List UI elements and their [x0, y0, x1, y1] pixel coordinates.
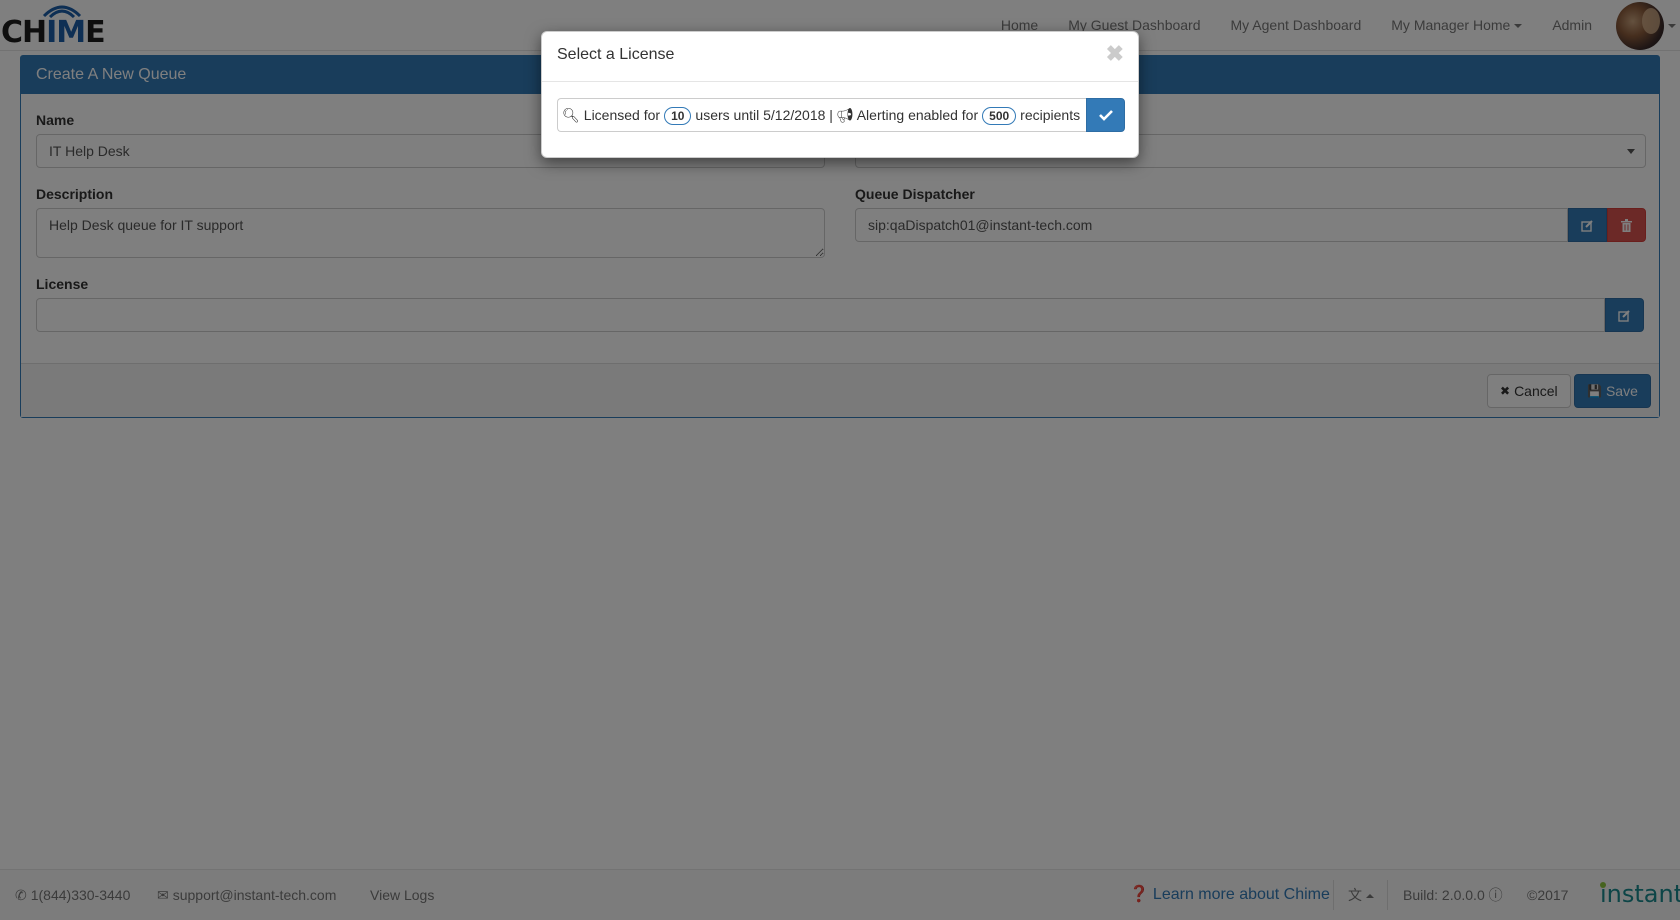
modal-header: Select a License ✖: [542, 32, 1138, 82]
users-count-badge: 10: [664, 107, 692, 125]
key-icon: 🔍︎: [562, 106, 580, 123]
select-license-button[interactable]: [1086, 98, 1125, 132]
select-license-modal: Select a License ✖ 🔍︎ Licensed for 10 us…: [541, 31, 1139, 158]
close-icon[interactable]: ✖: [1106, 43, 1124, 65]
modal-title: Select a License: [557, 46, 675, 63]
licensed-for-text: Licensed for: [583, 107, 661, 123]
alerting-text: Alerting enabled for: [856, 107, 979, 123]
license-option-text: 🔍︎ Licensed for 10 users until 5/12/2018…: [557, 98, 1086, 132]
users-until-text: users until 5/12/2018 |: [695, 107, 833, 123]
bullhorn-icon: 📢︎: [835, 106, 854, 123]
license-option[interactable]: 🔍︎ Licensed for 10 users until 5/12/2018…: [557, 98, 1125, 132]
check-icon: [1098, 110, 1113, 121]
recipients-text: recipients: [1020, 107, 1081, 123]
recipients-count-badge: 500: [982, 107, 1017, 125]
